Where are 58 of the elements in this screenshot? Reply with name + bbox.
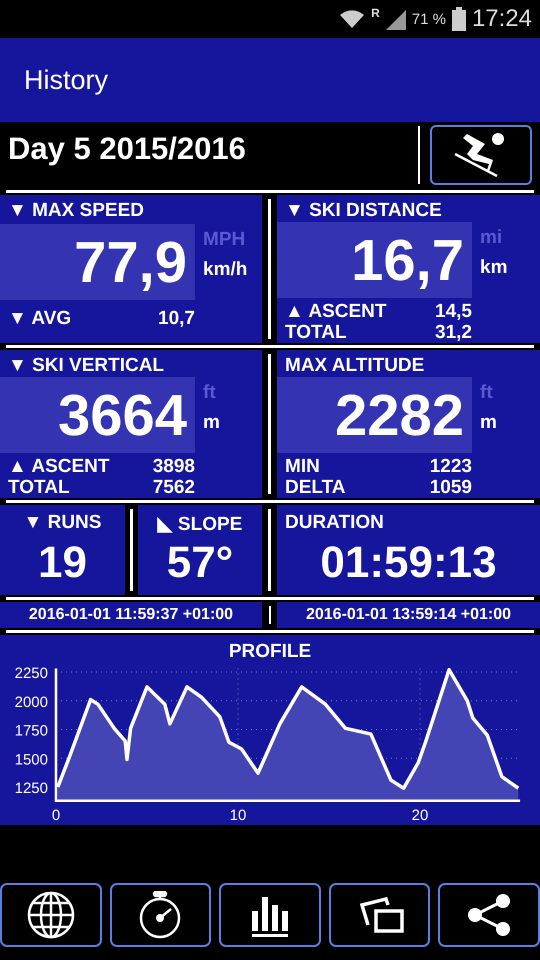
globe-button[interactable] [0, 883, 102, 947]
stat-value: 16,7 [277, 222, 472, 298]
stat-value: 1223 [430, 456, 472, 477]
stat-value: 01:59:13 [319, 538, 498, 588]
unit-option[interactable]: km [480, 257, 508, 279]
screens-button[interactable] [328, 883, 430, 947]
stat-label: ▲ ASCENT [285, 301, 386, 322]
share-button[interactable] [438, 883, 540, 947]
battery-icon [452, 7, 466, 31]
stat-value: 31,2 [435, 322, 472, 343]
axis-label: 0 [52, 806, 60, 824]
axis-label: 10 [230, 806, 246, 824]
bars-button[interactable] [219, 883, 321, 947]
card-title: ▼ SKI VERTICAL [7, 354, 166, 377]
signal-icon [386, 8, 406, 30]
stopwatch-button[interactable] [110, 883, 212, 947]
stat-value: 3664 [0, 377, 195, 453]
clock: 17:24 [472, 5, 532, 33]
card-title: ▼ RUNS [24, 511, 102, 535]
unit-option[interactable]: m [480, 412, 497, 434]
card-title: ▼ SKI DISTANCE [284, 199, 443, 222]
stat-label: MIN [285, 456, 320, 477]
skier-button[interactable] [430, 125, 532, 185]
chart-title: PROFILE [228, 641, 312, 662]
screen-title: History [24, 64, 108, 96]
card-title: MAX ALTITUDE [284, 354, 426, 377]
stat-value: 1059 [430, 477, 472, 498]
globe-icon [26, 891, 75, 939]
stat-value: 2282 [277, 377, 472, 453]
stat-value: 7562 [152, 477, 195, 498]
end-time: 2016-01-01 13:59:14 +01:00 [277, 602, 540, 628]
stat-label: TOTAL [285, 322, 347, 343]
card-title: DURATION [284, 511, 385, 535]
start-time: 2016-01-01 11:59:37 +01:00 [0, 602, 262, 628]
axis-label: 2250 [14, 665, 48, 682]
stat-value: 57° [166, 538, 234, 588]
network-label: R [371, 6, 380, 20]
unit-option[interactable]: km/h [203, 259, 248, 281]
stat-value: 3898 [152, 456, 195, 477]
axis-label: 1500 [14, 751, 48, 768]
stat-value: 19 [38, 538, 87, 588]
stat-label: ▲ ASCENT [8, 456, 110, 477]
axis-label: 20 [412, 806, 428, 824]
axis-label: 1750 [14, 722, 48, 740]
day-title: Day 5 2015/2016 [8, 131, 247, 167]
stat-label: ▼ AVG [8, 308, 72, 329]
axis-label: 2000 [14, 694, 48, 711]
axis-label: 1250 [14, 780, 48, 797]
unit-option[interactable]: m [203, 412, 220, 434]
battery-level: 71 % [412, 10, 446, 28]
stat-label: TOTAL [8, 477, 70, 498]
wifi-icon [339, 8, 366, 30]
stat-value: 14,5 [435, 301, 472, 322]
card-title: ◣ SLOPE [158, 513, 242, 537]
stat-value: 77,9 [0, 224, 195, 300]
card-title: ▼ MAX SPEED [7, 199, 145, 223]
stat-label: DELTA [285, 477, 346, 498]
stat-value: 10,7 [158, 308, 195, 329]
